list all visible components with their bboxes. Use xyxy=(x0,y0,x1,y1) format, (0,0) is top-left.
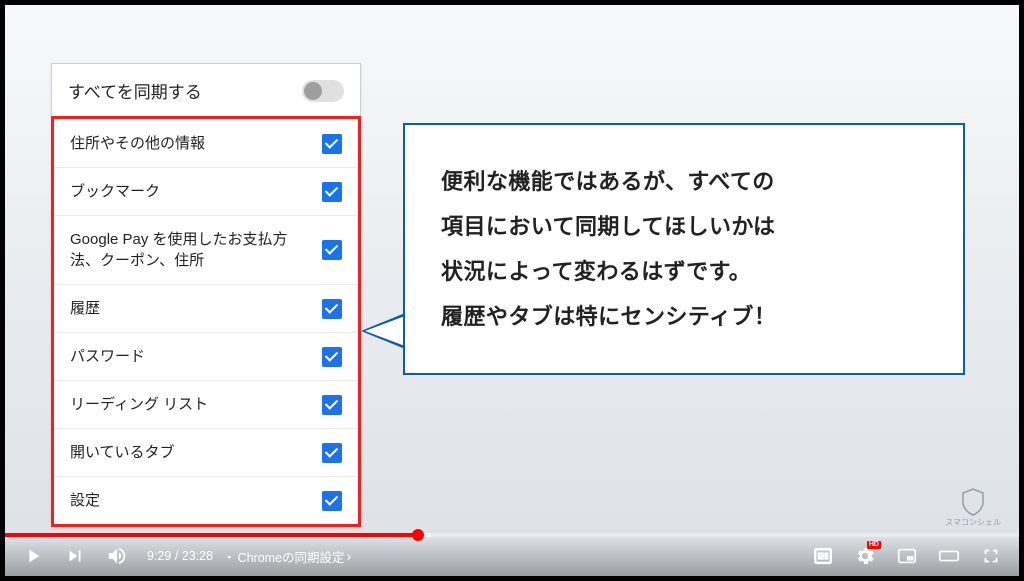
controls-left: 9:29 / 23:28 ・ Chromeの同期設定 › xyxy=(15,538,351,574)
setting-label: 開いているタブ xyxy=(70,442,322,463)
chapter-prefix: ・ xyxy=(223,547,236,566)
setting-label: 住所やその他の情報 xyxy=(70,133,322,154)
video-player: すべてを同期する 住所やその他の情報 ブックマーク Google Pay を使用… xyxy=(0,0,1024,581)
setting-label: リーディング リスト xyxy=(70,394,322,415)
speech-bubble: 便利な機能ではあるが、すべての 項目において同期してほしいかは 状況によって変わ… xyxy=(403,123,965,375)
setting-label: 設定 xyxy=(70,490,322,511)
fullscreen-icon xyxy=(980,545,1002,567)
setting-label: ブックマーク xyxy=(70,181,322,202)
checkbox-icon[interactable] xyxy=(322,395,342,415)
chevron-right-icon: › xyxy=(347,548,352,564)
setting-row-history[interactable]: 履歴 xyxy=(54,284,358,332)
sync-all-toggle[interactable] xyxy=(302,80,344,102)
subtitles-button[interactable] xyxy=(805,538,841,574)
sync-all-label: すべてを同期する xyxy=(68,78,202,103)
theater-button[interactable] xyxy=(931,538,967,574)
time-display: 9:29 / 23:28 xyxy=(147,549,213,563)
controls-right: HD xyxy=(805,538,1009,574)
shield-icon xyxy=(961,488,985,516)
settings-button[interactable]: HD xyxy=(847,538,883,574)
theater-icon xyxy=(938,545,960,567)
channel-watermark[interactable]: スマコンシェル xyxy=(945,488,1001,528)
sync-settings-panel: すべてを同期する 住所やその他の情報 ブックマーク Google Pay を使用… xyxy=(51,63,361,527)
setting-row-google-pay[interactable]: Google Pay を使用したお支払方法、クーポン、住所 xyxy=(54,215,358,284)
bubble-line: 便利な機能ではあるが、すべての xyxy=(441,159,933,204)
setting-label: Google Pay を使用したお支払方法、クーポン、住所 xyxy=(70,229,322,271)
highlight-box: 住所やその他の情報 ブックマーク Google Pay を使用したお支払方法、ク… xyxy=(51,116,361,527)
watermark-text: スマコンシェル xyxy=(945,517,1001,528)
video-content: すべてを同期する 住所やその他の情報 ブックマーク Google Pay を使用… xyxy=(5,5,1019,576)
bubble-line: 履歴やタブは特にセンシティブ！ xyxy=(441,294,933,339)
checkbox-icon[interactable] xyxy=(322,443,342,463)
bubble-line: 状況によって変わるはずです。 xyxy=(441,249,933,294)
setting-row-settings[interactable]: 設定 xyxy=(54,476,358,524)
player-controls: 9:29 / 23:28 ・ Chromeの同期設定 › HD xyxy=(5,536,1019,576)
setting-row-bookmarks[interactable]: ブックマーク xyxy=(54,167,358,215)
sync-all-row: すべてを同期する xyxy=(52,64,360,117)
play-button[interactable] xyxy=(15,538,51,574)
checkbox-icon[interactable] xyxy=(322,240,342,260)
chapter-display[interactable]: ・ Chromeの同期設定 › xyxy=(223,547,351,566)
volume-icon xyxy=(106,545,128,567)
fullscreen-button[interactable] xyxy=(973,538,1009,574)
next-icon xyxy=(64,545,86,567)
chapter-title: Chromeの同期設定 xyxy=(238,547,345,566)
play-icon xyxy=(22,545,44,567)
subtitles-icon xyxy=(812,545,834,567)
checkbox-icon[interactable] xyxy=(322,347,342,367)
duration: 23:28 xyxy=(182,549,213,563)
checkbox-icon[interactable] xyxy=(322,491,342,511)
hd-badge: HD xyxy=(867,541,881,549)
current-time: 9:29 xyxy=(147,549,171,563)
setting-row-passwords[interactable]: パスワード xyxy=(54,332,358,380)
setting-row-addresses[interactable]: 住所やその他の情報 xyxy=(54,119,358,167)
next-button[interactable] xyxy=(57,538,93,574)
setting-label: パスワード xyxy=(70,346,322,367)
volume-button[interactable] xyxy=(99,538,135,574)
checkbox-icon[interactable] xyxy=(322,134,342,154)
setting-label: 履歴 xyxy=(70,298,322,319)
setting-row-reading-list[interactable]: リーディング リスト xyxy=(54,380,358,428)
checkbox-icon[interactable] xyxy=(322,182,342,202)
time-separator: / xyxy=(171,549,181,563)
miniplayer-icon xyxy=(896,545,918,567)
setting-row-open-tabs[interactable]: 開いているタブ xyxy=(54,428,358,476)
checkbox-icon[interactable] xyxy=(322,299,342,319)
bubble-line: 項目において同期してほしいかは xyxy=(441,204,933,249)
miniplayer-button[interactable] xyxy=(889,538,925,574)
